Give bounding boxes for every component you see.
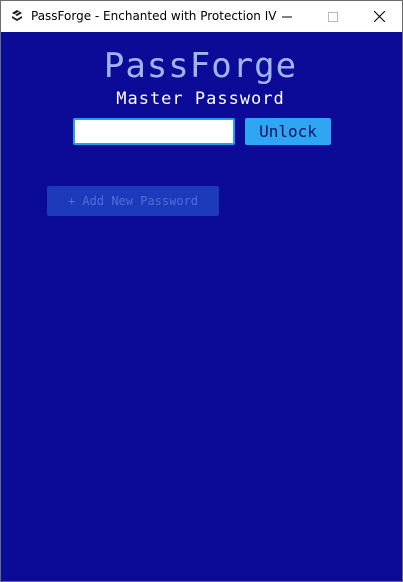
app-window: PassForge - Enchanted with Protection IV… <box>0 0 403 582</box>
title-bar[interactable]: PassForge - Enchanted with Protection IV <box>1 1 402 32</box>
app-content: PassForge Master Password Unlock + Add N… <box>1 32 402 581</box>
passforge-logo-icon <box>12 10 22 21</box>
app-title: PassForge <box>103 46 298 86</box>
minimize-icon <box>282 16 292 17</box>
close-button[interactable] <box>356 1 402 32</box>
minimize-button[interactable] <box>264 1 310 32</box>
maximize-icon <box>328 11 338 22</box>
window-title: PassForge - Enchanted with Protection IV <box>31 9 277 23</box>
unlock-button[interactable]: Unlock <box>245 118 331 145</box>
add-new-password-button[interactable]: + Add New Password <box>47 186 219 216</box>
master-password-label: Master Password <box>116 89 285 109</box>
master-password-input[interactable] <box>73 118 235 145</box>
close-icon <box>373 11 385 22</box>
maximize-button[interactable] <box>310 1 356 32</box>
